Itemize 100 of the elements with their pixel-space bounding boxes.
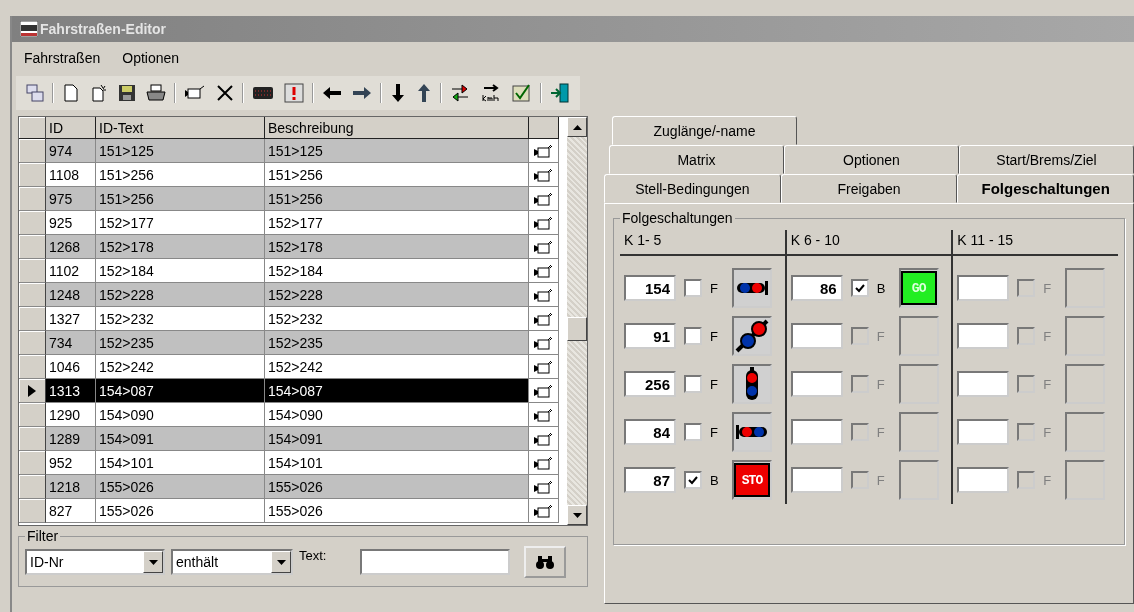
row-header (19, 451, 46, 475)
text-input[interactable] (360, 549, 511, 575)
save-icon[interactable] (116, 82, 138, 104)
tab[interactable]: Start/Brems/Ziel (959, 145, 1134, 174)
signal-button[interactable] (732, 316, 772, 356)
table-cell: 1289 (46, 427, 96, 451)
camera-icon[interactable] (533, 166, 553, 183)
camera-icon[interactable] (533, 358, 553, 375)
table-row[interactable]: 1218 155>026 155>026 (19, 475, 567, 499)
signal-button[interactable] (732, 268, 772, 308)
warning-icon[interactable] (282, 81, 306, 105)
signal-button[interactable] (732, 412, 772, 452)
table-cell: 155>026 (96, 475, 265, 499)
number-field[interactable]: 84 (624, 419, 676, 445)
field-dropdown[interactable]: ID-Nr (25, 549, 165, 575)
table-row[interactable]: 827 155>026 155>026 (19, 499, 567, 523)
number-field[interactable]: 87 (624, 467, 676, 493)
table-row[interactable]: 1268 152>178 152>178 (19, 235, 567, 259)
operator-dropdown[interactable]: enthält (171, 549, 293, 575)
tab[interactable]: Zuglänge/-name (612, 116, 797, 145)
scrollbar[interactable] (567, 117, 587, 525)
table-cell: 1268 (46, 235, 96, 259)
printer-icon[interactable] (144, 82, 168, 104)
table-cell: 1218 (46, 475, 96, 499)
signal-icon (744, 367, 760, 401)
table-cell: 155>026 (265, 499, 529, 523)
windows-icon[interactable] (24, 82, 46, 104)
checkbox[interactable] (684, 327, 702, 345)
checkbox[interactable] (684, 471, 702, 489)
dropdown-caret-icon[interactable] (276, 559, 286, 565)
table-row[interactable]: 1248 152>228 152>228 (19, 283, 567, 307)
checkbox[interactable] (850, 279, 869, 297)
signal-icon (735, 278, 769, 298)
column-header[interactable]: Beschreibung (265, 117, 529, 139)
table-cell: 151>125 (96, 139, 265, 163)
number-field[interactable]: 91 (624, 323, 676, 349)
scroll-down-icon[interactable] (572, 512, 582, 518)
tab[interactable]: Matrix (609, 145, 784, 174)
checkbox[interactable] (684, 375, 702, 393)
camera-icon[interactable] (533, 214, 553, 231)
column-header[interactable]: ID (46, 117, 96, 139)
table-row[interactable]: 1313 154>087 154>087 (19, 379, 567, 403)
camera-icon[interactable] (533, 502, 553, 519)
table-cell: 155>026 (265, 475, 529, 499)
camera-icon[interactable] (533, 190, 553, 207)
table-cell: 152>228 (96, 283, 265, 307)
signal-button[interactable] (732, 364, 772, 404)
camera-icon[interactable] (533, 262, 553, 279)
scroll-thumb[interactable] (567, 317, 587, 341)
table-cell: 1248 (46, 283, 96, 307)
camera-icon[interactable] (533, 142, 553, 159)
row-header (19, 499, 46, 523)
checkmark-icon (854, 283, 865, 293)
checkbox-label: F (1043, 328, 1053, 344)
tab[interactable]: Stell-Bedingungen (604, 174, 781, 203)
row-header (19, 355, 46, 379)
checkbox-label: F (1043, 376, 1053, 392)
number-field[interactable]: 154 (624, 275, 676, 301)
row-header (19, 163, 46, 187)
camera-icon[interactable] (533, 406, 553, 423)
number-field[interactable]: 256 (624, 371, 676, 397)
checkbox[interactable] (684, 423, 702, 441)
menu-item[interactable]: Optionen (122, 50, 180, 66)
table-cell: 151>256 (265, 187, 529, 211)
text-label: Text: (299, 548, 327, 563)
dropdown-caret-icon[interactable] (148, 559, 158, 565)
table-row[interactable]: 975 151>256 151>256 (19, 187, 567, 211)
camera-icon[interactable] (533, 478, 553, 495)
row-header (19, 187, 46, 211)
number-field[interactable]: 86 (790, 275, 843, 301)
column-heading: K 11 - 15 (953, 230, 1118, 256)
exit-door-icon[interactable] (548, 81, 572, 105)
table-row[interactable]: 974 151>125 151>125 (19, 139, 567, 163)
camera-icon[interactable] (533, 454, 553, 471)
row-header (19, 259, 46, 283)
menu-item[interactable]: Fahrstraßen (24, 50, 101, 66)
camera-icon[interactable] (533, 430, 553, 447)
camera-icon[interactable] (533, 310, 553, 327)
checkbox-label: F (876, 376, 886, 392)
checkbox[interactable] (684, 279, 702, 297)
table-row[interactable]: 1289 154>091 154>091 (19, 427, 567, 451)
camera-icon[interactable] (533, 382, 553, 399)
scroll-up-icon[interactable] (572, 124, 582, 130)
table-row[interactable]: 734 152>235 152>235 (19, 331, 567, 355)
table-cell: 1313 (46, 379, 96, 403)
column-header[interactable] (529, 117, 559, 139)
table-cell: 152>178 (265, 235, 529, 259)
column-header[interactable]: ID-Text (96, 117, 265, 139)
camera-icon[interactable] (533, 334, 553, 351)
checkbox-label: F (876, 424, 886, 440)
table-cell: 152>235 (96, 331, 265, 355)
checkbox-label: F (1043, 472, 1053, 488)
row-header (19, 235, 46, 259)
table-cell: 154>091 (265, 427, 529, 451)
camera-icon[interactable] (533, 286, 553, 303)
tab[interactable]: Optionen (784, 145, 959, 174)
tab[interactable]: Freigaben (780, 174, 958, 203)
search-button[interactable] (524, 546, 567, 578)
camera-icon[interactable] (533, 238, 553, 255)
tab[interactable]: Folgeschaltungen (957, 174, 1134, 203)
